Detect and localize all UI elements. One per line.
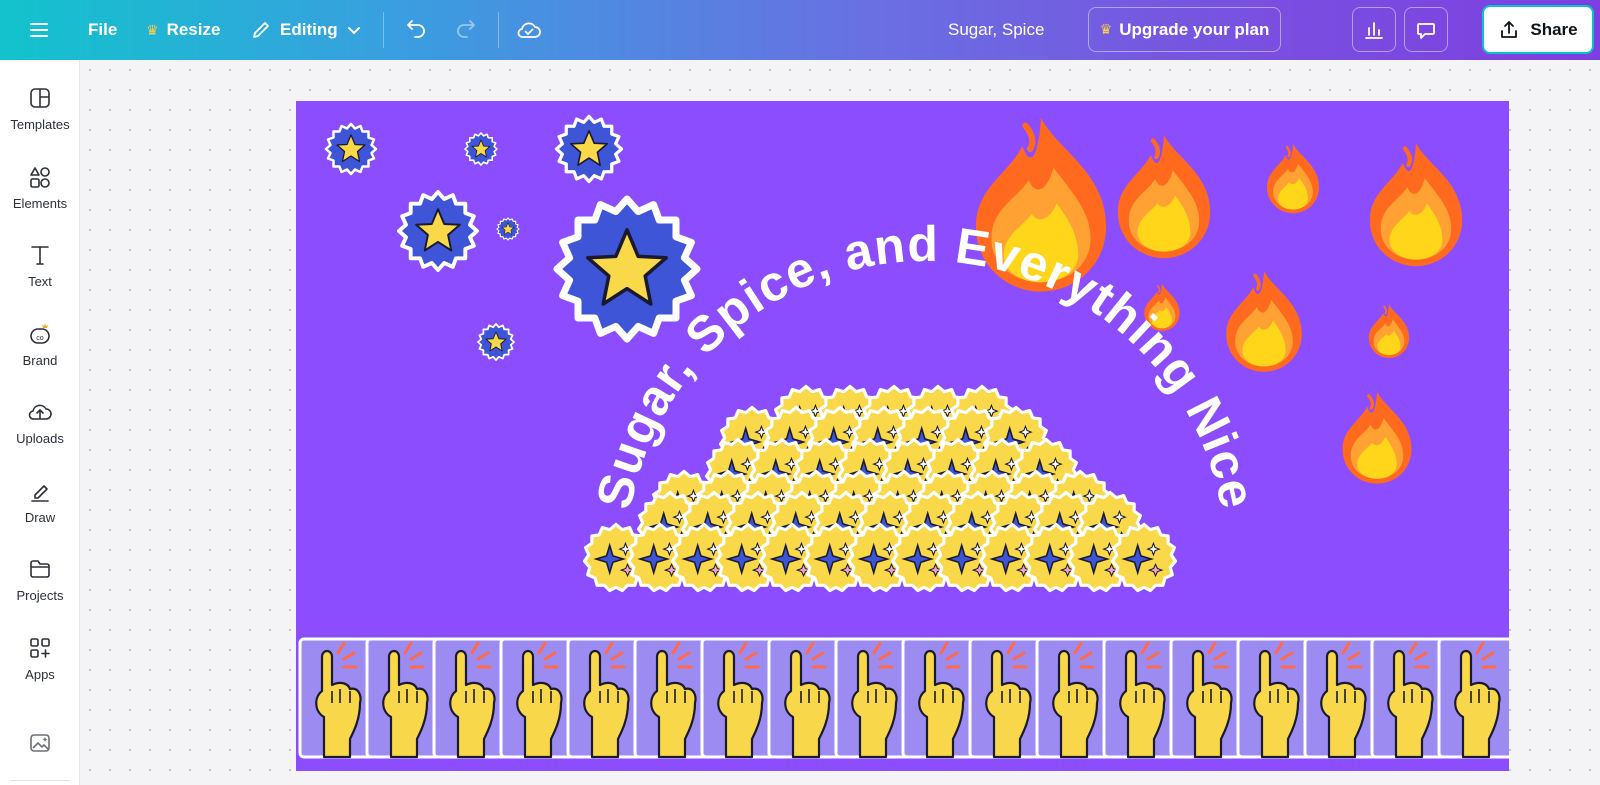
hand-card-sticker[interactable]	[298, 637, 376, 759]
flame-sticker[interactable]	[1367, 303, 1411, 359]
chevron-down-icon	[347, 27, 360, 35]
flame-sticker[interactable]	[1370, 143, 1462, 266]
star-badge-sticker[interactable]	[464, 132, 498, 166]
redo-button[interactable]	[454, 0, 478, 60]
flame-sticker[interactable]	[1118, 135, 1210, 258]
toolbar-divider	[498, 12, 499, 48]
pencil-icon	[253, 22, 269, 38]
sidebar-divider	[10, 780, 70, 781]
menu-button[interactable]	[28, 0, 50, 60]
top-bar: File ♛ Resize Editing Sugar, Spice ♛ Upg…	[0, 0, 1600, 60]
sidebar-item-label: Text	[28, 274, 52, 289]
star-badge-sticker[interactable]	[557, 199, 697, 339]
star-badge-sticker[interactable]	[324, 122, 378, 176]
hand-card-sticker[interactable]	[566, 637, 644, 759]
hand-card-sticker[interactable]	[1370, 637, 1448, 759]
hand-card-sticker[interactable]	[767, 637, 845, 759]
sidebar-item-projects[interactable]: Projects	[0, 556, 80, 626]
star-badge-sticker[interactable]	[397, 190, 479, 272]
hand-card-sticker[interactable]	[968, 637, 1046, 759]
hand-card-sticker[interactable]	[1236, 637, 1314, 759]
left-sidebar: Templates Elements Text co Brand Uploads…	[0, 60, 80, 785]
redo-icon	[457, 20, 475, 38]
hand-card-sticker[interactable]	[365, 637, 443, 759]
apps-icon	[30, 638, 50, 658]
upgrade-plan-button[interactable]: ♛ Upgrade your plan	[1088, 7, 1281, 52]
hand-card-sticker[interactable]	[700, 637, 778, 759]
save-status-button[interactable]	[516, 0, 542, 60]
uploads-icon	[28, 404, 52, 420]
sparkle-badge-sticker[interactable]	[1110, 522, 1178, 593]
hand-card-sticker[interactable]	[1437, 637, 1509, 759]
hand-card-sticker[interactable]	[1102, 637, 1180, 759]
editing-mode-dropdown[interactable]: Editing	[250, 0, 362, 60]
hand-card-sticker[interactable]	[499, 637, 577, 759]
design-artwork: Sugar, Spice, and Everything Nice	[298, 114, 1509, 759]
toolbar-divider	[383, 12, 384, 48]
sidebar-item-templates[interactable]: Templates	[0, 85, 80, 155]
star-badge-sticker[interactable]	[554, 114, 624, 184]
hamburger-icon	[30, 23, 48, 37]
sidebar-item-uploads[interactable]: Uploads	[0, 399, 80, 469]
hand-card-sticker[interactable]	[1169, 637, 1247, 759]
comment-icon	[1417, 22, 1435, 39]
sidebar-item-label: Brand	[22, 353, 58, 368]
sidebar-item-label: Uploads	[16, 431, 64, 446]
undo-button[interactable]	[404, 0, 428, 60]
sidebar-item-label: Templates	[10, 117, 70, 132]
editing-label: Editing	[280, 20, 338, 39]
sidebar-item-label: Draw	[24, 510, 56, 525]
sidebar-item-draw[interactable]: Draw	[0, 478, 80, 548]
file-menu[interactable]: File	[88, 0, 117, 60]
share-upload-icon	[1501, 20, 1518, 38]
draw-icon	[31, 485, 49, 502]
file-label: File	[88, 20, 118, 39]
projects-icon	[30, 560, 50, 578]
upgrade-label: Upgrade your plan	[1119, 19, 1270, 39]
share-label: Share	[1530, 19, 1578, 39]
star-badges-group	[324, 114, 697, 361]
hand-card-sticker[interactable]	[1303, 637, 1381, 759]
share-button[interactable]: Share	[1482, 5, 1594, 54]
document-title[interactable]: Sugar, Spice	[948, 0, 1044, 60]
sidebar-item-label: Projects	[16, 588, 64, 603]
insights-button[interactable]	[1352, 7, 1396, 52]
star-badge-sticker[interactable]	[477, 323, 515, 361]
image-sparkle-icon	[30, 734, 50, 752]
hand-card-sticker[interactable]	[432, 637, 510, 759]
sidebar-item-apps[interactable]: Apps	[0, 635, 80, 705]
resize-label: Resize	[166, 20, 221, 39]
sidebar-item-elements[interactable]: Elements	[0, 164, 80, 234]
canvas-workspace: Sugar, Spice, and Everything Nice	[80, 60, 1600, 785]
sidebar-item-brand[interactable]: co Brand	[0, 321, 80, 391]
sidebar-item-text[interactable]: Text	[0, 242, 80, 312]
text-icon	[31, 246, 49, 265]
design-canvas[interactable]: Sugar, Spice, and Everything Nice	[296, 101, 1509, 771]
flame-sticker[interactable]	[1340, 390, 1414, 486]
crown-icon: ♛	[1099, 21, 1113, 37]
undo-icon	[407, 20, 425, 38]
flame-sticker[interactable]	[1265, 142, 1321, 215]
brand-icon: co	[30, 324, 50, 344]
doc-title-text: Sugar, Spice	[948, 20, 1045, 39]
resize-button[interactable]: ♛ Resize	[146, 0, 220, 60]
sidebar-item-label: Apps	[25, 667, 55, 682]
cloud-check-icon	[517, 22, 541, 38]
star-badge-sticker[interactable]	[496, 217, 520, 241]
hand-card-row	[298, 637, 1509, 759]
sidebar-item-label: Elements	[12, 196, 68, 211]
bar-chart-icon	[1365, 21, 1383, 39]
elements-icon	[30, 167, 50, 188]
svg-text:co: co	[36, 335, 44, 342]
hand-card-sticker[interactable]	[1035, 637, 1113, 759]
hand-card-sticker[interactable]	[633, 637, 711, 759]
comments-button[interactable]	[1404, 7, 1448, 52]
crown-icon: ♛	[146, 21, 159, 38]
hand-card-sticker[interactable]	[834, 637, 912, 759]
flame-sticker[interactable]	[1224, 269, 1304, 374]
hand-card-sticker[interactable]	[901, 637, 979, 759]
templates-icon	[30, 88, 50, 108]
sidebar-item-magic-media[interactable]	[0, 730, 80, 770]
